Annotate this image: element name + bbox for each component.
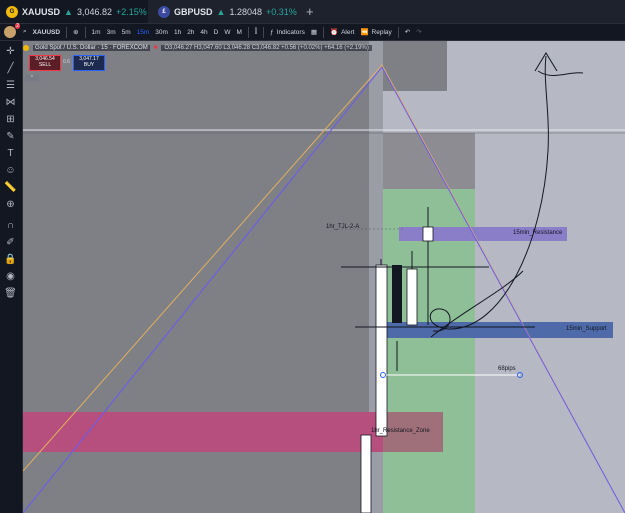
zoom-in-icon[interactable]: ⊕	[4, 198, 17, 211]
resistance-zone-pink	[23, 412, 387, 452]
notification-badge: 2	[15, 23, 20, 29]
interval-1h[interactable]: 1h	[171, 29, 184, 36]
magnet-icon[interactable]: ∩	[4, 219, 17, 232]
grey-box	[383, 133, 475, 189]
search-icon[interactable]: ⌕	[20, 28, 30, 36]
candle-chart-type-icon[interactable]: ⫿	[252, 28, 260, 36]
avatar[interactable]: 2	[4, 23, 20, 38]
alert-button[interactable]: Alert	[341, 29, 357, 36]
sell-button[interactable]: 3,046.54 SELL	[29, 55, 61, 71]
chart-drawings	[23, 41, 625, 513]
flag-gbpusd-icon: £	[158, 5, 170, 18]
candle	[392, 265, 402, 323]
tab-change: +2.15%	[115, 6, 147, 17]
tab-gbpusd[interactable]: £ GBPUSD ▲ 1.28048 +0.31%	[152, 0, 298, 23]
text-icon[interactable]: T	[4, 147, 17, 160]
buy-label: BUY	[83, 62, 95, 68]
interval-15m[interactable]: 15m	[134, 29, 153, 36]
candle	[406, 268, 418, 326]
brush-icon[interactable]: ✎	[4, 130, 17, 143]
collapse-legend-button[interactable]: ⌃	[25, 75, 39, 82]
tab-xauusd[interactable]: G XAUUSD ▲ 3,046.82 +2.15%	[0, 0, 148, 23]
candle	[375, 264, 388, 437]
interval-1m[interactable]: 1m	[89, 29, 104, 36]
forecast-icon[interactable]: ⊞	[4, 113, 17, 126]
buy-button[interactable]: 3,047.17 BUY	[73, 55, 105, 71]
divider	[397, 26, 399, 38]
layout-templates-icon[interactable]: ▦	[308, 28, 320, 36]
candle	[360, 434, 372, 513]
divider	[66, 26, 68, 38]
tjl-label: 1hr_TJL-2-A	[326, 224, 360, 230]
interval-d[interactable]: D	[211, 29, 222, 36]
undo-icon[interactable]: ↶	[402, 28, 413, 36]
symbol-search-button[interactable]: XAUUSD	[30, 29, 63, 36]
interval-4h[interactable]: 4h	[197, 29, 210, 36]
trend-line-icon[interactable]: ╱	[4, 62, 17, 75]
replay-button[interactable]: Replay	[372, 29, 395, 36]
fib-retracement-icon[interactable]: ☰	[4, 79, 17, 92]
tab-price: 1.28048	[229, 6, 262, 17]
ruler-icon[interactable]: 📏	[4, 181, 17, 194]
divider	[263, 26, 265, 38]
indicators-icon[interactable]: ƒ	[267, 29, 277, 36]
symbol-logo-icon	[23, 44, 29, 51]
market-status-icon: ■	[153, 44, 158, 51]
compare-symbol-icon[interactable]: ⊕	[70, 28, 81, 36]
tab-price: 3,046.82	[76, 6, 112, 17]
interval-m[interactable]: M	[234, 29, 245, 36]
interval-w[interactable]: W	[221, 29, 233, 36]
interval-5m[interactable]: 5m	[119, 29, 134, 36]
legend-row: Gold Spot / U.S. Dollar · 15 · FOREXCOM …	[23, 43, 372, 52]
interval-3m[interactable]: 3m	[104, 29, 119, 36]
replay-icon[interactable]: ⏪	[357, 28, 371, 36]
dark-grey-top-zone	[379, 41, 447, 91]
indicators-button[interactable]: Indicators	[277, 29, 308, 36]
trash-icon[interactable]: 🗑	[4, 287, 17, 300]
new-tab-button[interactable]: +	[306, 0, 314, 23]
spread-value: 0.6	[63, 59, 70, 65]
legend-title[interactable]: Gold Spot / U.S. Dollar · 15 · FOREXCOM	[33, 44, 150, 51]
crosshair-icon[interactable]: ✛	[4, 45, 17, 58]
alert-icon[interactable]: ⏰	[327, 28, 341, 36]
tab-bar: G XAUUSD ▲ 3,046.82 +2.15% £ GBPUSD ▲ 1.…	[0, 0, 625, 24]
divider	[84, 26, 86, 38]
pattern-icon[interactable]: ⋈	[4, 96, 17, 109]
tab-symbol: GBPUSD	[174, 6, 213, 17]
divider	[322, 26, 324, 38]
up-arrow-icon: ▲	[64, 6, 73, 17]
resistance-15m-label: 15min_Resistance	[513, 230, 563, 236]
gold-logo-icon: G	[6, 5, 18, 18]
interval-list: 1m 3m 5m 15m 30m 1h 2h 4h D W M	[89, 29, 245, 36]
divider	[247, 26, 249, 38]
lock-icon[interactable]: 🔒	[4, 253, 17, 266]
top-toolbar: 2 ⌕ XAUUSD ⊕ 1m 3m 5m 15m 30m 1h 2h 4h D…	[0, 23, 625, 41]
ohlc-values: O3,046.27 H3,047.60 L3,046.28 C3,046.82 …	[161, 44, 372, 51]
stay-in-drawing-mode-icon[interactable]: ✐	[4, 236, 17, 249]
interval-30m[interactable]: 30m	[152, 29, 171, 36]
measure-label: 68pips	[498, 366, 516, 372]
drawing-toolbar: ✛ ╱ ☰ ⋈ ⊞ ✎ T ☺ 📏 ⊕ ∩ ✐ 🔒 ◉ 🗑	[0, 41, 23, 513]
chart-pane[interactable]: Gold Spot / U.S. Dollar · 15 · FOREXCOM …	[23, 41, 625, 513]
emoji-icon[interactable]: ☺	[4, 164, 17, 177]
support-15m-label: 15min_Support	[566, 326, 607, 332]
eye-icon[interactable]: ◉	[4, 270, 17, 283]
resistance-zone-label: 1hr_Resistance_Zone	[371, 428, 430, 434]
interval-2h[interactable]: 2h	[184, 29, 197, 36]
redo-icon[interactable]: ↷	[413, 28, 424, 36]
tab-symbol: XAUUSD	[22, 6, 61, 17]
candle	[422, 226, 434, 242]
tab-change: +0.31%	[265, 6, 297, 17]
up-arrow-icon: ▲	[216, 6, 226, 17]
sell-label: SELL	[38, 62, 52, 68]
